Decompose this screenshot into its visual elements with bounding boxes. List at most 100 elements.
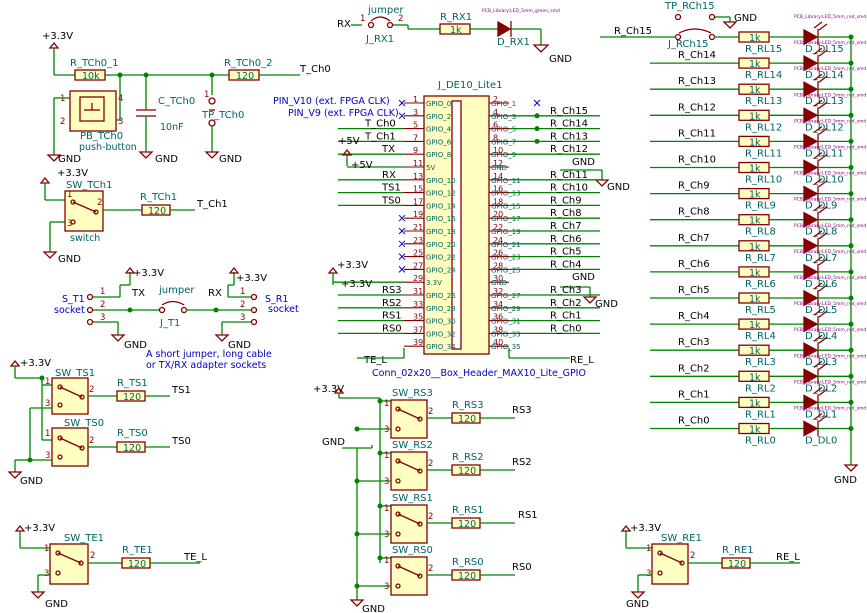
resistor-ref: R_RL2 — [745, 383, 776, 394]
net-label-r-ch15-top: R_Ch15 — [614, 26, 652, 37]
led-footprint: PCB_Library:LED_5mm_red_smd — [794, 406, 866, 412]
pin-number-right: 2 — [493, 95, 498, 104]
pin-signal-left: GPIO_16 — [426, 215, 456, 223]
led-d-rx1-icon — [497, 20, 512, 38]
led-footprint: PCB_Library:LED_5mm_red_smd — [794, 92, 866, 98]
svg-text:+3.3V: +3.3V — [341, 279, 372, 290]
net-label-led-row: R_Ch14 — [678, 50, 716, 61]
svg-text:1: 1 — [360, 14, 365, 24]
pin-number-right: 16 — [493, 185, 503, 194]
net-label-led-row: R_Ch6 — [678, 259, 710, 270]
pin-number-right: 26 — [493, 249, 503, 258]
net-label-right: R_Ch7 — [550, 221, 582, 232]
pin-signal-left: GPIO_24 — [426, 266, 456, 274]
pin-signal-left: GPIO_28 — [426, 305, 456, 313]
net-label-right: R_Ch1 — [550, 311, 582, 322]
svg-text:GND: GND — [834, 475, 857, 486]
rs-switch-group: SW_RS21 2 3 R_RS2 120 RS2 — [354, 440, 532, 491]
svg-text:3: 3 — [67, 219, 72, 229]
svg-text:120: 120 — [728, 559, 746, 570]
junction-dot — [377, 555, 383, 561]
pin-number: 2 — [428, 564, 433, 574]
svg-text:R_TS1: R_TS1 — [117, 378, 148, 389]
pin-number-right: 24 — [493, 236, 503, 245]
resistor-ref: R_RS1 — [452, 505, 484, 516]
svg-text:+3.3V: +3.3V — [20, 358, 51, 369]
svg-text:+5V: +5V — [351, 160, 373, 171]
net-label-led-row: R_Ch5 — [678, 285, 710, 296]
led-ray — [818, 23, 828, 31]
svg-text:+3.3V: +3.3V — [42, 31, 73, 42]
net-label-led-row: R_Ch3 — [678, 337, 710, 348]
resistor-value: 1k — [749, 320, 761, 331]
svg-text:1: 1 — [45, 429, 50, 439]
jumper-ref: J_RX1 — [365, 34, 394, 45]
junction-dot — [377, 398, 383, 404]
pin-number-right: 36 — [493, 313, 503, 322]
svg-text:SW_TCh1: SW_TCh1 — [66, 180, 112, 191]
svg-text:GND: GND — [155, 154, 178, 165]
led-footprint: PCB_Library:LED_5mm_red_smd — [794, 40, 866, 46]
pin-number-left: 9 — [413, 146, 418, 155]
net-label-led-row: R_Ch4 — [678, 311, 710, 322]
svg-text:+3.3V: +3.3V — [630, 523, 661, 534]
pin-number-left: 1 — [413, 95, 418, 104]
junction-dot — [377, 503, 383, 509]
pin-number-left: 21 — [413, 223, 423, 232]
resistor-ref: R_RS0 — [452, 557, 484, 568]
svg-text:2: 2 — [240, 300, 245, 310]
ts-block: +3.3V SW_TS1 1 2 3 R_TS1 120 TS1 SW_TS0 … — [7, 358, 191, 487]
resistor-ref: R_RL13 — [745, 96, 782, 107]
resistor-ref: R_RL12 — [745, 122, 782, 133]
resistor-value: 1k — [749, 111, 761, 122]
net-label-left: RX — [382, 170, 396, 181]
rch15-tp-block: TP_RCh15 GND J_RCh15 R_Ch15 — [600, 1, 757, 50]
pin-number-left: 27 — [413, 261, 423, 270]
net-label-left: T_Ch0 — [364, 119, 396, 130]
net-label-right: GND — [572, 157, 595, 168]
svg-text:R_TCh0_1: R_TCh0_1 — [70, 58, 119, 69]
svg-text:1k: 1k — [450, 25, 462, 36]
pin-signal-left: GPIO_22 — [426, 254, 456, 262]
svg-text:TP_RCh15: TP_RCh15 — [664, 1, 715, 12]
svg-text:A short jumper, long cable: A short jumper, long cable — [146, 349, 272, 360]
pin-signal-left: GPIO_0 — [426, 100, 451, 108]
svg-text:3: 3 — [44, 569, 49, 579]
led-footprint: PCB_Library:LED_5mm_red_smd — [794, 275, 866, 281]
led-row: 1kR_RL15PCB_Library:LED_5mm_red_smdD_DL1… — [738, 14, 866, 55]
junction-dot — [534, 113, 540, 119]
net-label-led-row: R_Ch9 — [678, 181, 710, 192]
pin-number-left: 31 — [413, 287, 423, 296]
svg-text:2: 2 — [90, 551, 95, 561]
svg-text:switch: switch — [70, 233, 100, 244]
resistor-value: 1k — [749, 216, 761, 227]
rs-switch-group: SW_RS11 2 3 R_RS1 120 RS1 — [354, 493, 538, 544]
led-icon — [803, 420, 819, 437]
svg-text:R_RE1: R_RE1 — [722, 545, 754, 556]
header-ref: J_DE10_Lite1 — [437, 80, 502, 91]
resistor-ref: R_RL4 — [745, 331, 776, 342]
svg-text:2: 2 — [60, 117, 65, 127]
resistor-ref: R_RL1 — [745, 409, 776, 420]
led-ref: D_DL0 — [805, 436, 837, 447]
pin-signal-left: GPIO_32 — [426, 330, 456, 338]
led-footprint: PCB_Library:LED_5mm_red_smd — [794, 249, 866, 255]
schematic-canvas: RX 1 2 jumper J_RX1 R_RX1 1k PCB_Library… — [7, 1, 866, 613]
net-label-right: R_Ch0 — [550, 323, 582, 334]
net-label-rs: RS2 — [512, 457, 532, 468]
pin-signal-left: GPIO_10 — [426, 177, 456, 185]
jumper-label: jumper — [367, 5, 404, 16]
pin-number: 3 — [384, 582, 389, 592]
svg-text:120: 120 — [123, 443, 141, 454]
junction-dot — [534, 138, 540, 144]
svg-text:RX: RX — [208, 288, 222, 299]
svg-text:+3.3V: +3.3V — [337, 260, 368, 271]
resistor-value: 120 — [458, 414, 476, 425]
svg-text:10nF: 10nF — [160, 122, 184, 133]
net-label-ts1: TS1 — [171, 385, 191, 396]
svg-text:+5V: +5V — [338, 136, 360, 147]
svg-text:2: 2 — [89, 436, 94, 446]
resistor-ref: R_RL14 — [745, 70, 782, 81]
pin-number: 2 — [428, 407, 433, 417]
resistor-value: 1k — [749, 242, 761, 253]
